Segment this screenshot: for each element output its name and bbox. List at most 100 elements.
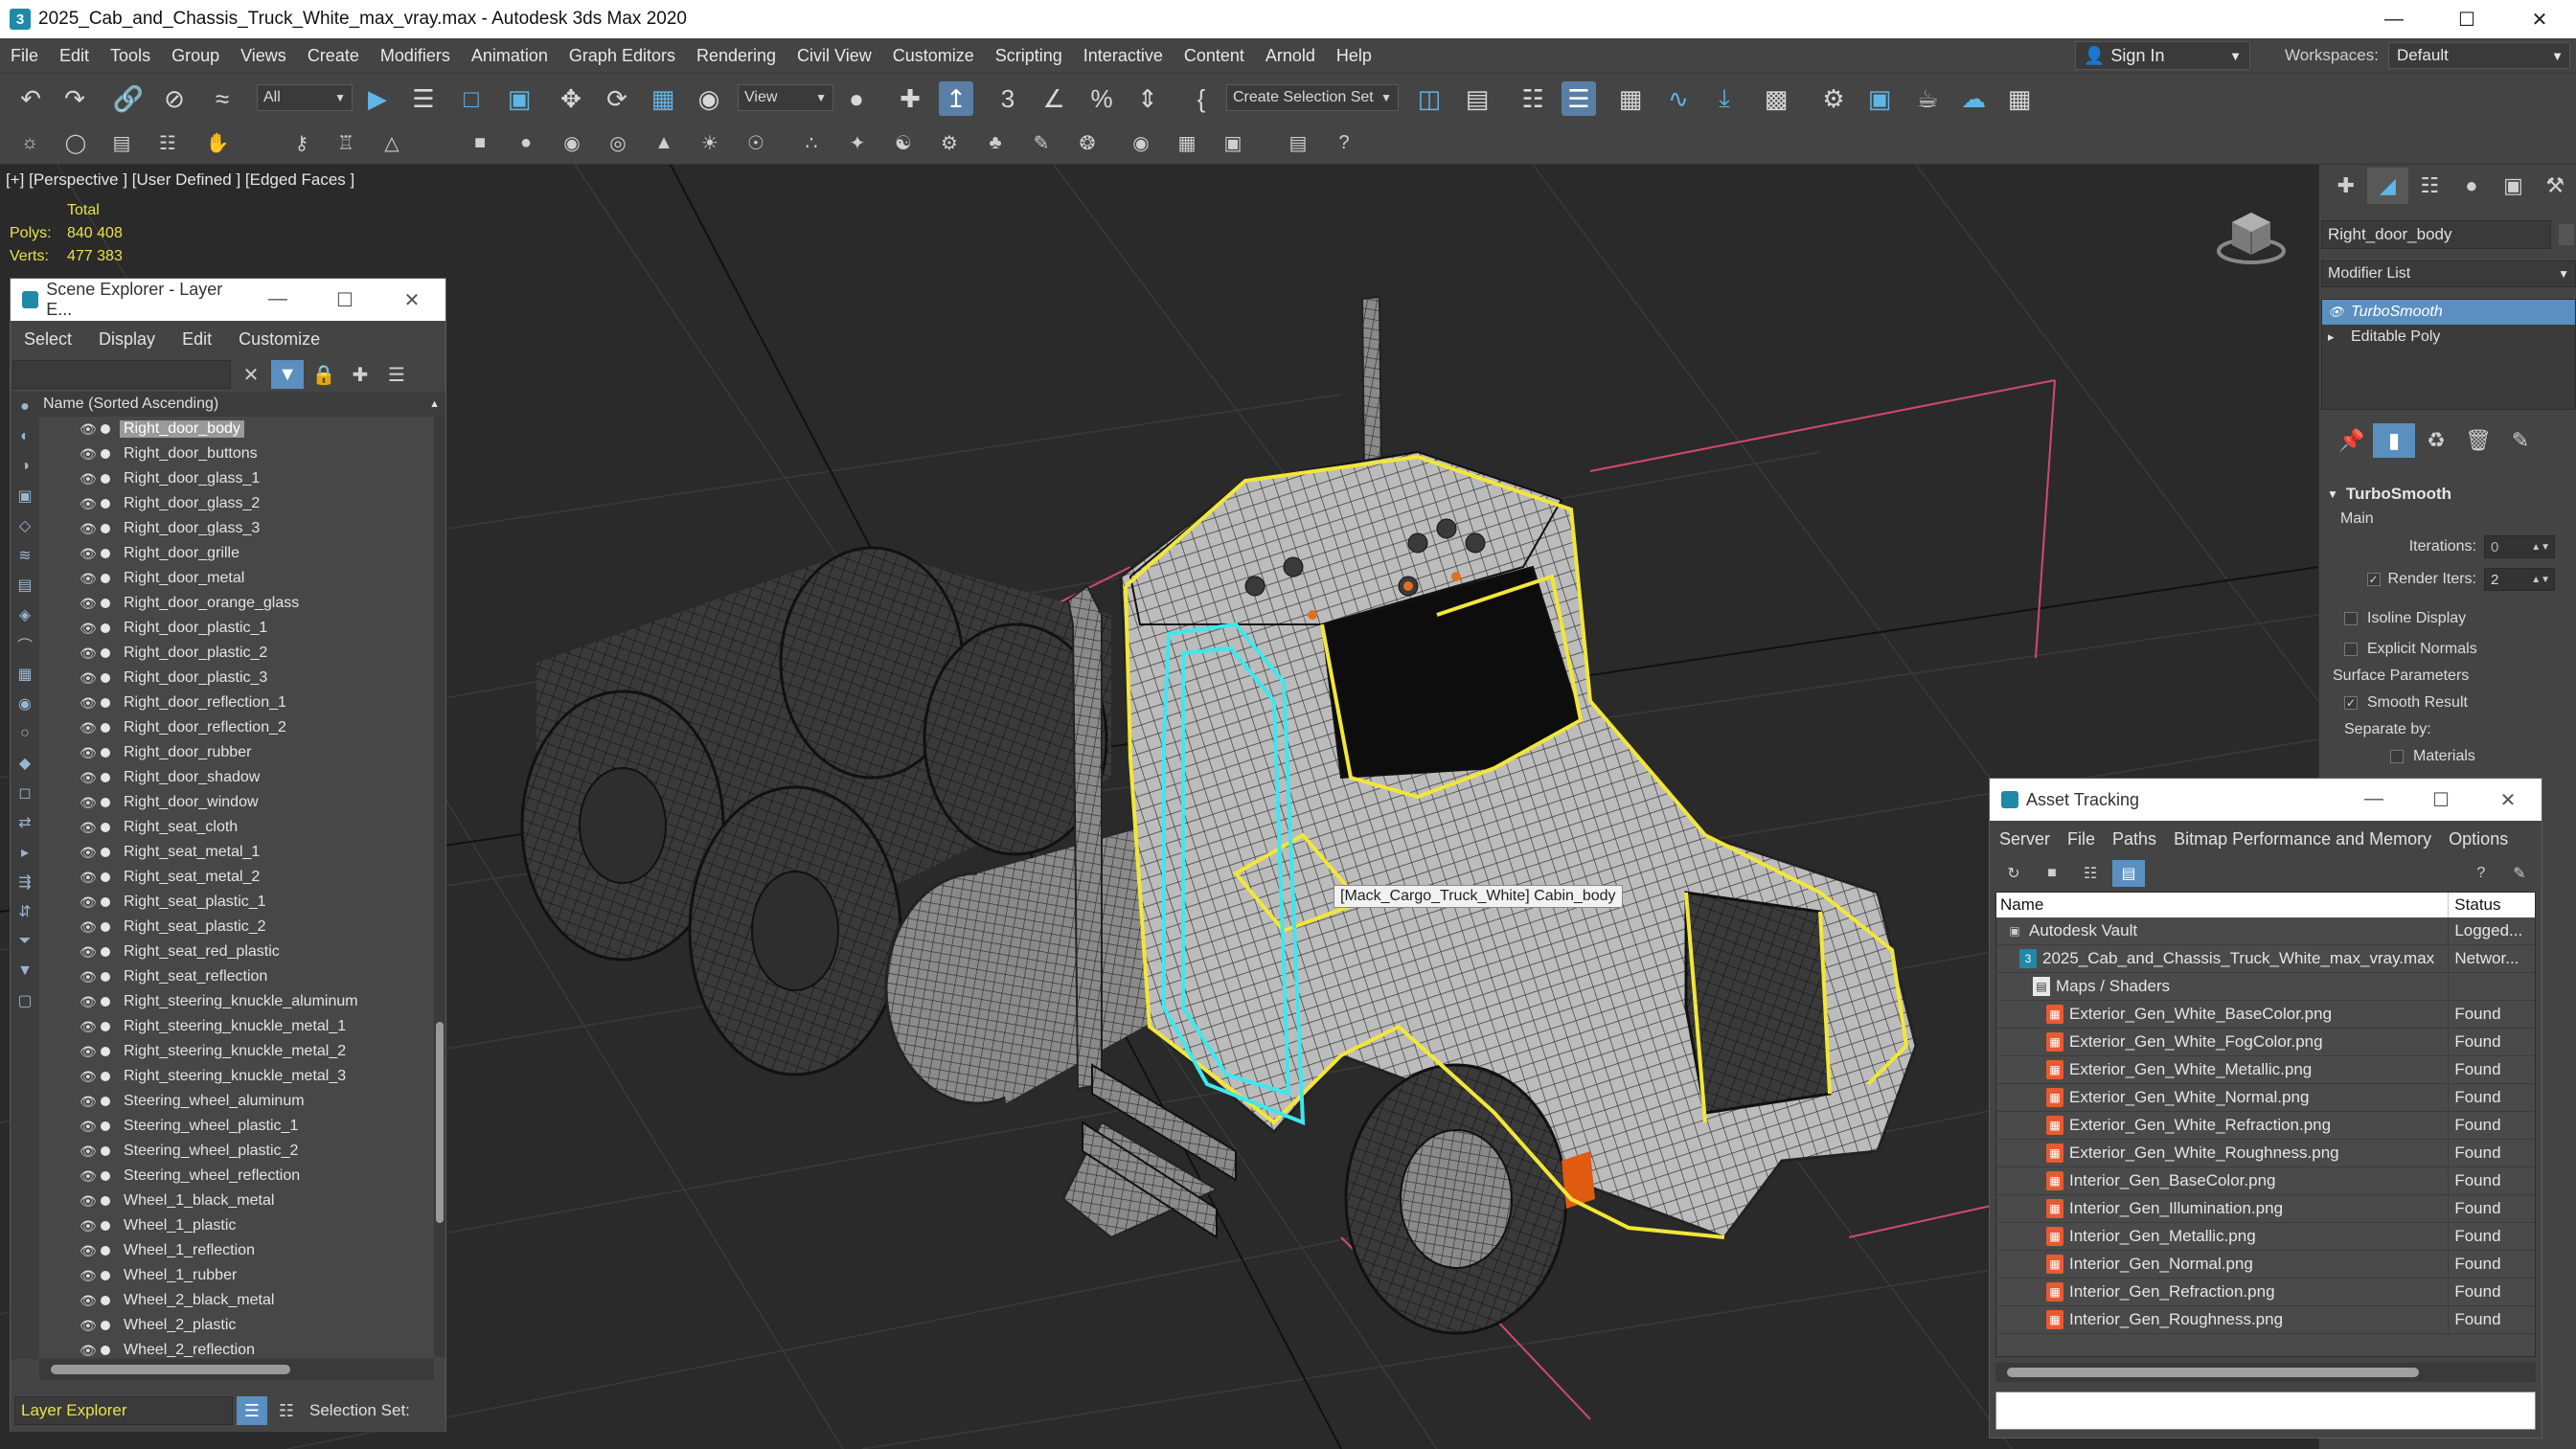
torus-icon[interactable]: ◎ bbox=[604, 128, 632, 157]
visibility-eye-icon[interactable]: 👁 bbox=[80, 1168, 99, 1185]
horizontal-scrollbar[interactable] bbox=[39, 1359, 434, 1380]
asset-row[interactable]: ▦ Exterior_Gen_White_Refraction.png Found bbox=[1996, 1112, 2535, 1140]
display-hidden-icon[interactable]: ○ bbox=[11, 718, 39, 748]
scene-object-row[interactable]: 👁 Right_seat_metal_2 bbox=[39, 865, 434, 890]
freeze-dot-icon[interactable] bbox=[101, 773, 110, 782]
freeze-dot-icon[interactable] bbox=[101, 823, 110, 832]
hair-icon[interactable]: ❂ bbox=[1073, 128, 1102, 157]
object-color-swatch[interactable] bbox=[2559, 224, 2574, 245]
display-invert-icon[interactable]: ⇄ bbox=[11, 807, 39, 837]
scene-object-row[interactable]: 👁 Right_door_window bbox=[39, 790, 434, 815]
menu-edit[interactable]: Edit bbox=[49, 46, 100, 66]
spinner-arrows-icon[interactable]: ▲▼ bbox=[2531, 542, 2550, 553]
close-button[interactable]: ✕ bbox=[2474, 788, 2542, 812]
asset-path-field[interactable] bbox=[1995, 1392, 2536, 1430]
visibility-eye-icon[interactable]: 👁 bbox=[80, 870, 99, 886]
rectangular-selection-icon[interactable]: □ bbox=[454, 81, 489, 116]
checkout-icon[interactable]: ■ bbox=[2036, 860, 2068, 887]
render-region-icon[interactable]: ▦ bbox=[1173, 128, 1201, 157]
display-shapes-icon[interactable]: ◐ bbox=[11, 421, 39, 451]
object-name-field[interactable]: Right_door_body bbox=[2321, 220, 2551, 249]
sun-icon[interactable]: ☉ bbox=[741, 128, 770, 157]
scene-object-row[interactable]: 👁 Right_seat_metal_1 bbox=[39, 840, 434, 865]
asset-row[interactable]: 3 2025_Cab_and_Chassis_Truck_White_max_vr… bbox=[1996, 945, 2535, 973]
modify-tab-icon[interactable]: ◢ bbox=[2366, 168, 2409, 204]
close-button[interactable]: ✕ bbox=[2503, 0, 2576, 38]
visibility-eye-icon[interactable]: 👁 bbox=[80, 596, 99, 612]
visibility-eye-icon[interactable]: 👁 bbox=[80, 770, 99, 786]
minimize-button[interactable]: — bbox=[2358, 0, 2430, 38]
visibility-eye-icon[interactable]: 👁 bbox=[80, 695, 99, 712]
asset-row[interactable]: ▦ Exterior_Gen_White_Metallic.png Found bbox=[1996, 1056, 2535, 1084]
display-bones-icon[interactable]: ⌒ bbox=[11, 629, 39, 659]
visibility-eye-icon[interactable]: 👁 bbox=[80, 1293, 99, 1309]
curve-editor-icon[interactable]: ∿ bbox=[1661, 81, 1696, 116]
scrollbar-thumb[interactable] bbox=[436, 1022, 444, 1223]
viewcube-icon[interactable] bbox=[2215, 201, 2288, 268]
visibility-eye-icon[interactable]: 👁 bbox=[80, 1143, 99, 1160]
motion-tab-icon[interactable]: ● bbox=[2451, 168, 2493, 204]
render-production-icon[interactable]: ☕ bbox=[1910, 81, 1945, 116]
refresh-icon[interactable]: ↻ bbox=[1997, 860, 2030, 887]
freeze-dot-icon[interactable] bbox=[101, 449, 110, 459]
render-shortcuts-icon[interactable]: ▦ bbox=[2002, 81, 2037, 116]
visibility-eye-icon[interactable]: 👁 bbox=[80, 421, 99, 438]
asset-row[interactable]: ▦ Interior_Gen_BaseColor.png Found bbox=[1996, 1167, 2535, 1195]
visibility-eye-icon[interactable]: 👁 bbox=[80, 969, 99, 985]
display-dependencies-icon[interactable]: ⇵ bbox=[11, 896, 39, 926]
scene-object-row[interactable]: 👁 Right_seat_plastic_2 bbox=[39, 915, 434, 940]
scene-object-row[interactable]: 👁 Wheel_2_plastic bbox=[39, 1313, 434, 1338]
render-setup-icon[interactable]: ⚙ bbox=[1816, 81, 1851, 116]
display-xrefs-icon[interactable]: ◈ bbox=[11, 600, 39, 629]
spinner-snap-icon[interactable]: ⇕ bbox=[1130, 81, 1165, 116]
select-object-icon[interactable]: ▶ bbox=[360, 81, 395, 116]
freeze-dot-icon[interactable] bbox=[101, 723, 110, 733]
isoline-display-option[interactable]: Isoline Display bbox=[2319, 603, 2574, 634]
render-iters-checkbox[interactable]: ✓ bbox=[2366, 573, 2381, 586]
asset-row[interactable]: ▦ Interior_Gen_Refraction.png Found bbox=[1996, 1279, 2535, 1306]
display-children-icon[interactable]: ▸ bbox=[11, 837, 39, 867]
asset-row[interactable]: ▣ Autodesk Vault Logged... bbox=[1996, 917, 2535, 945]
hierarchy-tab-icon[interactable]: ☷ bbox=[2408, 168, 2451, 204]
add-layer-icon[interactable]: ✚ bbox=[344, 360, 376, 389]
freeze-dot-icon[interactable] bbox=[101, 549, 110, 558]
freeze-dot-icon[interactable] bbox=[101, 1146, 110, 1156]
display-tab-icon[interactable]: ▣ bbox=[2493, 168, 2535, 204]
freeze-dot-icon[interactable] bbox=[101, 922, 110, 932]
freeze-dot-icon[interactable] bbox=[101, 648, 110, 658]
visibility-eye-icon[interactable]: 👁 bbox=[80, 845, 99, 861]
angle-snap-icon[interactable]: ∠ bbox=[1037, 81, 1071, 116]
scene-object-row[interactable]: 👁 Right_door_glass_3 bbox=[39, 516, 434, 541]
scale-icon[interactable]: ▦ bbox=[646, 81, 680, 116]
lock-icon[interactable]: 🔒 bbox=[308, 360, 340, 389]
visibility-eye-icon[interactable]: 👁 bbox=[80, 1193, 99, 1210]
plant-icon[interactable]: ♣ bbox=[981, 128, 1010, 157]
visibility-eye-icon[interactable]: 👁 bbox=[80, 621, 99, 637]
cloth-icon[interactable]: ✎ bbox=[1027, 128, 1056, 157]
freeze-dot-icon[interactable] bbox=[101, 1196, 110, 1206]
hand-icon[interactable]: ✋ bbox=[203, 128, 232, 157]
freeze-dot-icon[interactable] bbox=[101, 1171, 110, 1181]
asset-row[interactable]: ▦ Interior_Gen_Metallic.png Found bbox=[1996, 1223, 2535, 1251]
menu-customize[interactable]: Customize bbox=[882, 46, 985, 66]
visibility-eye-icon[interactable]: 👁 bbox=[80, 670, 99, 687]
display-none-icon[interactable]: ◻ bbox=[11, 778, 39, 807]
se-menu-customize[interactable]: Customize bbox=[239, 329, 320, 350]
eye-icon[interactable]: 👁 bbox=[2328, 305, 2351, 320]
scene-object-row[interactable]: 👁 Wheel_1_rubber bbox=[39, 1263, 434, 1288]
visibility-eye-icon[interactable]: 👁 bbox=[80, 919, 99, 936]
display-more-icon[interactable]: ▢ bbox=[11, 985, 39, 1015]
toggle-scene-explorer-icon[interactable]: ☷ bbox=[1516, 81, 1550, 116]
freeze-dot-icon[interactable] bbox=[101, 798, 110, 807]
scene-object-row[interactable]: 👁 Wheel_1_black_metal bbox=[39, 1189, 434, 1213]
help-icon[interactable]: ? bbox=[2465, 860, 2497, 887]
smooth-result-option[interactable]: ✓ Smooth Result bbox=[2319, 688, 2574, 718]
scene-object-row[interactable]: 👁 Right_door_body bbox=[39, 417, 434, 441]
menu-civil-view[interactable]: Civil View bbox=[786, 46, 882, 66]
display-helpers-icon[interactable]: ◇ bbox=[11, 510, 39, 540]
display-tree-icon[interactable]: ▼ bbox=[11, 956, 39, 985]
visibility-eye-icon[interactable]: 👁 bbox=[80, 1069, 99, 1085]
selection-set-dropdown[interactable]: Create Selection Set ▼ bbox=[1226, 84, 1399, 111]
freeze-dot-icon[interactable] bbox=[101, 1047, 110, 1056]
menu-interactive[interactable]: Interactive bbox=[1073, 46, 1174, 66]
